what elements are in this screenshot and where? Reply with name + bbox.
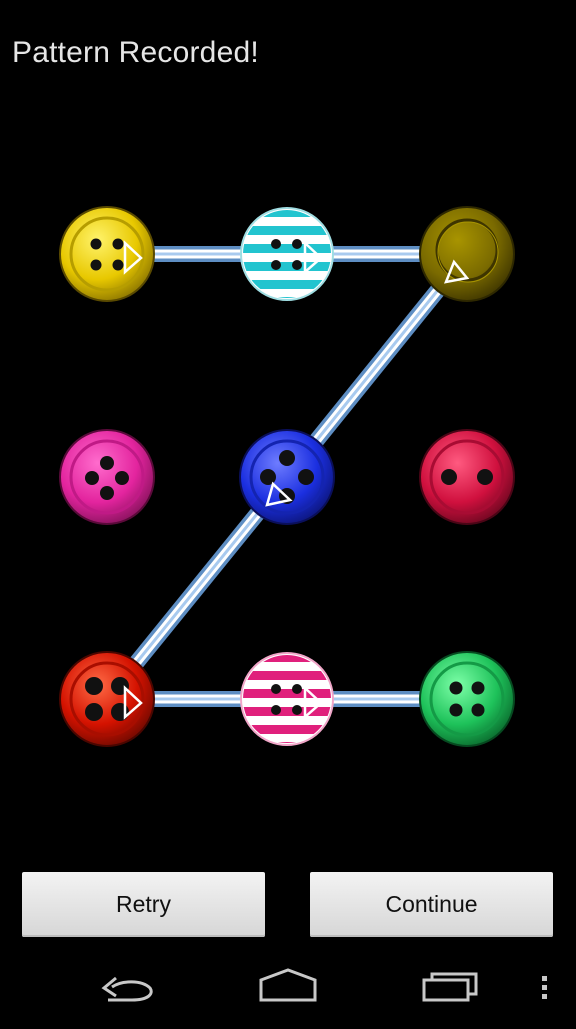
overflow-menu-icon: [542, 976, 547, 999]
navigation-bar: [0, 950, 576, 1024]
pattern-dot-6[interactable]: [419, 429, 515, 525]
pattern-dot-3[interactable]: [419, 206, 515, 302]
pattern-dot-5[interactable]: [239, 429, 335, 525]
pattern-dot-9[interactable]: [419, 651, 515, 747]
recent-apps-button[interactable]: [416, 950, 486, 1024]
back-button[interactable]: [92, 950, 162, 1024]
home-button[interactable]: [253, 950, 323, 1024]
overflow-menu-button[interactable]: [528, 950, 562, 1024]
pattern-dot-2[interactable]: [240, 207, 336, 306]
retry-button[interactable]: Retry: [22, 872, 265, 937]
pattern-dot-8[interactable]: [240, 652, 336, 751]
pattern-canvas[interactable]: [0, 150, 576, 830]
recent-apps-icon: [422, 972, 478, 1002]
continue-button[interactable]: Continue: [310, 872, 553, 937]
pattern-dot-7[interactable]: [59, 651, 155, 747]
pattern-dot-4[interactable]: [59, 429, 155, 525]
back-icon: [101, 976, 153, 1002]
action-buttons: Retry Continue: [0, 872, 576, 938]
page-title: Pattern Recorded!: [12, 36, 259, 69]
pattern-dot-1[interactable]: [59, 206, 155, 302]
pattern-grid[interactable]: [0, 150, 576, 830]
home-icon: [259, 968, 317, 1002]
